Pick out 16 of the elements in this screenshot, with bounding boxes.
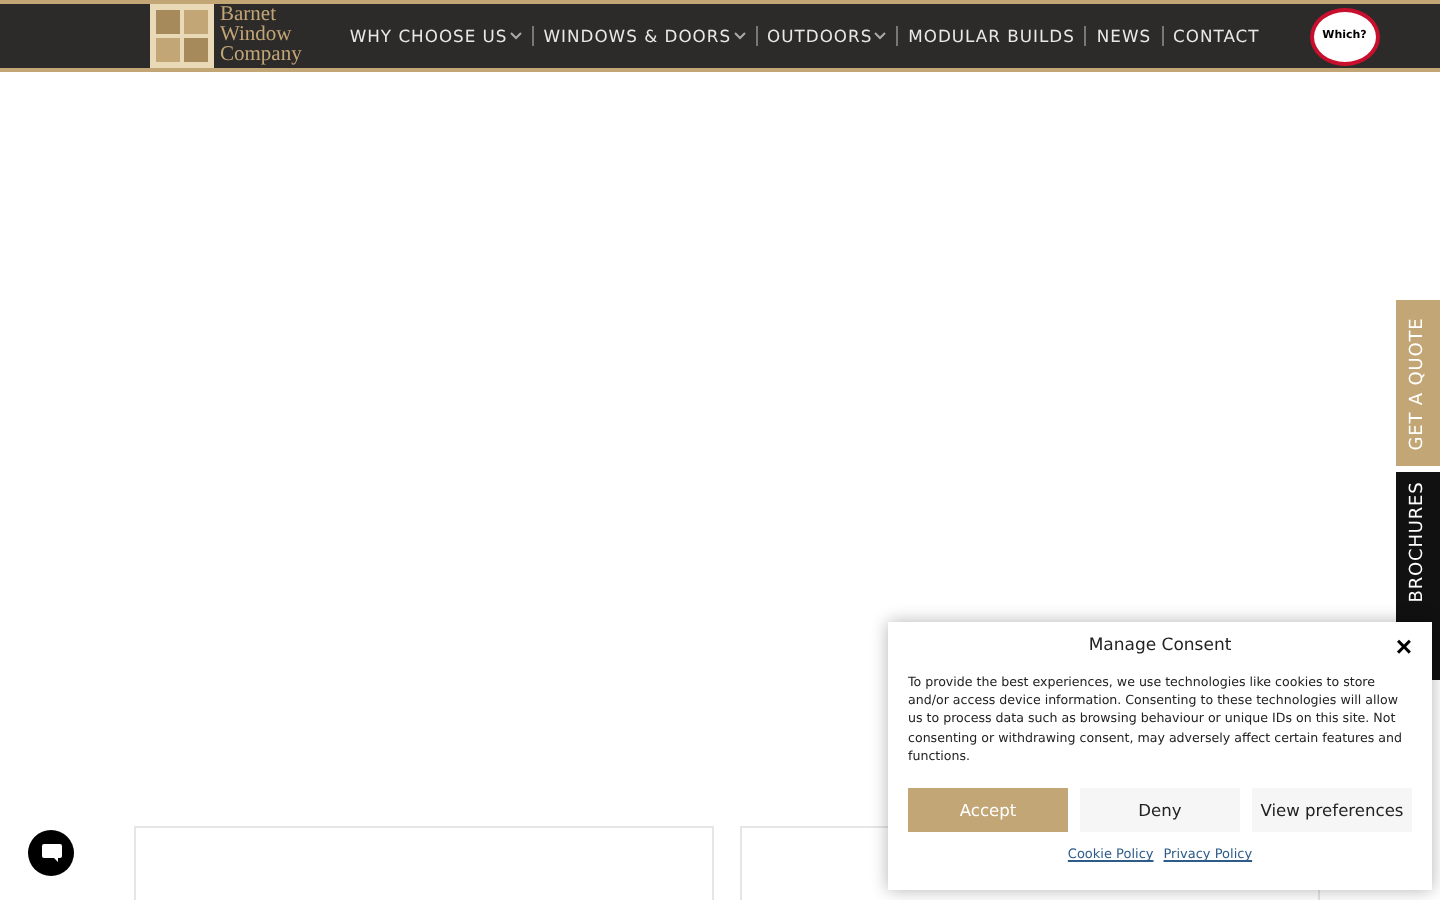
nav-link[interactable]: MODULAR BUILDS [908, 26, 1075, 46]
chat-icon [39, 842, 63, 864]
caret-icon [874, 32, 887, 40]
caret-icon [733, 32, 746, 40]
caret-icon [509, 32, 522, 40]
close-button[interactable]: × [1395, 632, 1412, 660]
dialog-title: Manage Consent [1088, 636, 1232, 656]
nav-link[interactable]: NEWS [1096, 26, 1152, 46]
nav-link[interactable]: CONTACT [1173, 26, 1260, 46]
consent-button[interactable]: Deny [1080, 788, 1240, 833]
chat-button[interactable] [28, 830, 74, 876]
nav-link[interactable]: WINDOWS & DOORS [543, 26, 746, 46]
nav-link[interactable]: OUTDOORS [767, 26, 887, 46]
nav-link[interactable]: WHY CHOOSE US [349, 26, 522, 46]
consent-button[interactable]: View preferences [1252, 788, 1412, 833]
logo-wordmark[interactable]: Barnet Window Company [220, 6, 302, 66]
